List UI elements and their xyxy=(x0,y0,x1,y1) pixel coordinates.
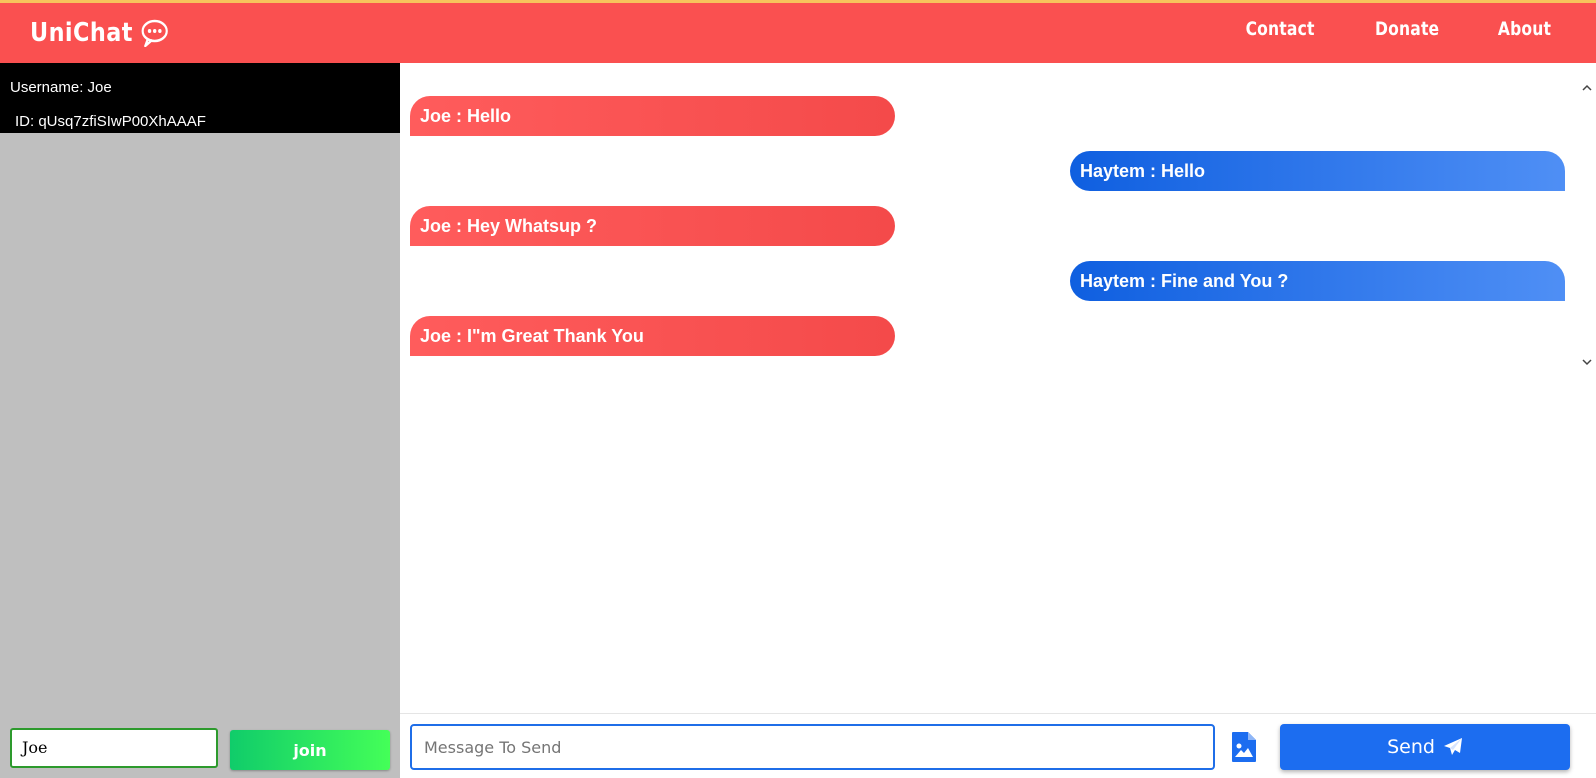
send-button[interactable]: Send xyxy=(1280,724,1570,770)
user-info-box: Username: Joe ID: qUsq7zfiSIwP00XhAAAF xyxy=(0,63,400,133)
send-button-label: Send xyxy=(1387,736,1435,758)
chat-messages: Joe : Hello Haytem : Hello Joe : Hey Wha… xyxy=(400,63,1596,713)
top-navbar: UniChat xyxy=(0,0,1596,63)
join-button[interactable]: join xyxy=(230,730,390,770)
scroll-up-arrow-icon[interactable] xyxy=(1580,81,1594,95)
nav-donate[interactable]: Donate xyxy=(1375,18,1439,40)
nav-contact[interactable]: Contact xyxy=(1246,18,1315,40)
message-composer: Send xyxy=(400,713,1596,778)
message-bubble: Joe : Hello xyxy=(410,96,895,136)
sidebar: Username: Joe ID: qUsq7zfiSIwP00XhAAAF xyxy=(0,63,400,778)
message-bubble: Joe : Hey Whatsup ? xyxy=(410,206,895,246)
image-file-icon[interactable] xyxy=(1230,731,1258,763)
join-username-input[interactable]: Joe xyxy=(10,728,218,768)
paper-plane-icon xyxy=(1443,738,1462,755)
message-bubble: Haytem : Fine and You ? xyxy=(1070,261,1565,301)
brand[interactable]: UniChat xyxy=(30,13,169,53)
message-bubble: Joe : I"m Great Thank You xyxy=(410,316,895,356)
message-bubble: Haytem : Hello xyxy=(1070,151,1565,191)
message-input[interactable] xyxy=(410,724,1215,770)
chat-bubble-icon xyxy=(141,19,168,47)
user-id-label: ID: qUsq7zfiSIwP00XhAAAF xyxy=(15,113,206,130)
nav-about[interactable]: About xyxy=(1498,18,1551,40)
brand-name: UniChat xyxy=(30,18,133,48)
username-label: Username: Joe xyxy=(10,79,112,96)
scroll-down-arrow-icon[interactable] xyxy=(1580,355,1594,369)
